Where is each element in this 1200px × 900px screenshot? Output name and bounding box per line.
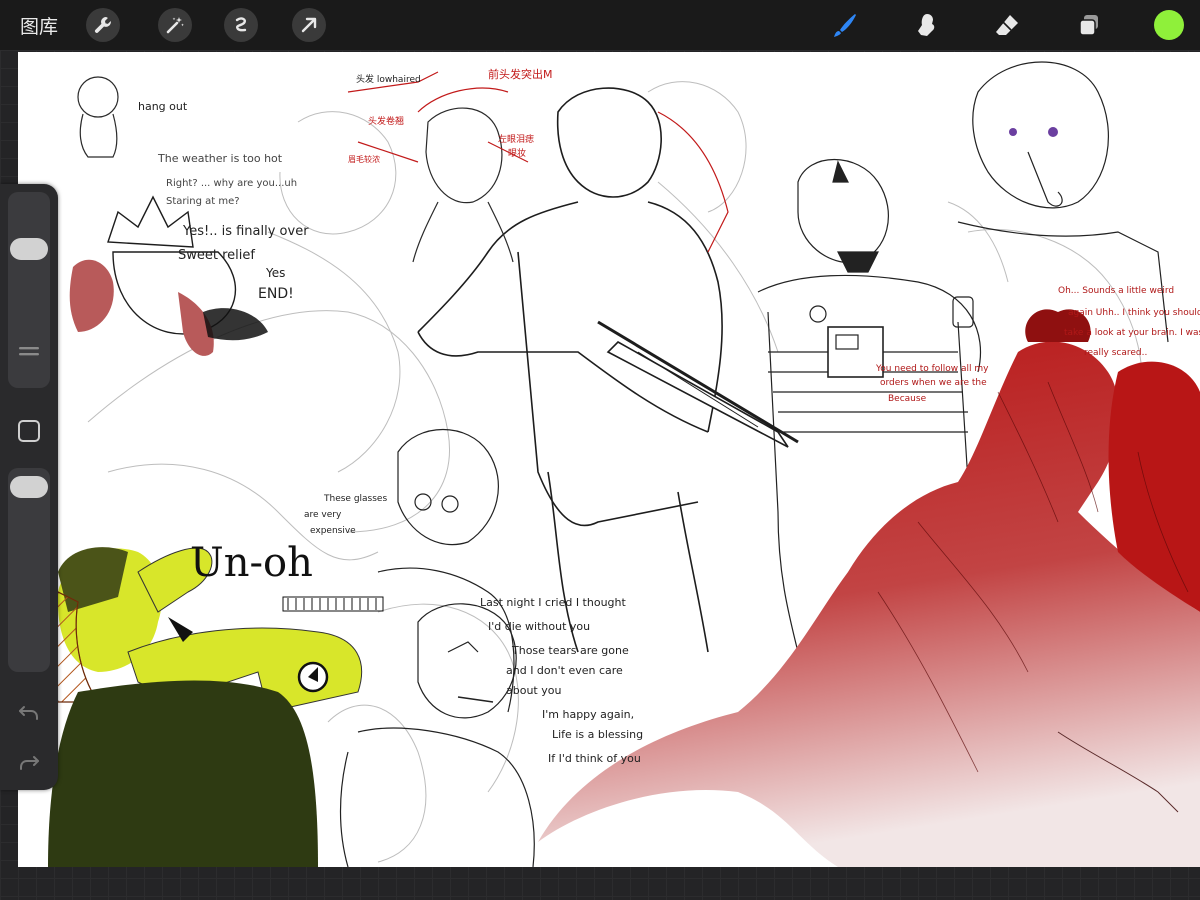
text-lyric-8: If I'd think of you	[548, 752, 641, 765]
svg-text:头发卷翘: 头发卷翘	[368, 115, 404, 127]
wrench-icon[interactable]	[86, 8, 120, 42]
text-lyric-4: and I don't even care	[506, 664, 623, 677]
text-glasses-2: are very	[304, 510, 342, 520]
color-swatch[interactable]	[1152, 8, 1186, 42]
text-red-5: You need to follow all my	[876, 364, 989, 374]
yellow-green-figure	[48, 547, 384, 867]
text-right: Right? ... why are you...uh	[166, 178, 298, 189]
text-lyric-1: Last night I cried I thought	[480, 596, 626, 609]
text-red-3: take a look at your brain. I was	[1064, 328, 1200, 338]
artwork: 前头发突出M 头发 lowhaired 头发卷翘 眉毛较浓 左眼泪痣 眼妆	[48, 61, 1200, 867]
text-lyric-3: Those tears are gone	[512, 644, 629, 657]
selection-icon[interactable]	[224, 8, 258, 42]
text-glasses-1: These glasses	[324, 494, 388, 504]
brush-icon[interactable]	[828, 8, 862, 42]
drawing-canvas[interactable]: 前头发突出M 头发 lowhaired 头发卷翘 眉毛较浓 左眼泪痣 眼妆 ha…	[18, 52, 1200, 867]
red-dress-figures	[538, 309, 1200, 867]
text-lyric-7: Life is a blessing	[552, 728, 644, 741]
text-hang-out: hang out	[138, 100, 188, 113]
glasses-figure	[377, 428, 515, 713]
svg-text:前头发突出M: 前头发突出M	[488, 67, 553, 81]
text-end: END!	[258, 286, 294, 302]
text-red-7: Because	[888, 394, 927, 404]
text-lyric-5: about you	[506, 684, 562, 697]
transform-arrow-icon[interactable]	[292, 8, 326, 42]
text-red-2: again Uhh.. I think you should	[1068, 308, 1200, 318]
svg-text:头发 lowhaired: 头发 lowhaired	[356, 73, 421, 85]
text-yes: Yes	[266, 266, 286, 280]
text-sweet-relief: Sweet relief	[178, 248, 255, 263]
square-button[interactable]	[16, 418, 42, 444]
redo-button[interactable]	[16, 750, 42, 776]
text-red-6: orders when we are the	[880, 378, 987, 388]
modify-button[interactable]	[16, 338, 42, 364]
magic-wand-icon[interactable]	[158, 8, 192, 42]
text-yes-finally: Yes!.. is finally over	[183, 224, 309, 239]
gallery-button[interactable]: 图库	[20, 12, 58, 39]
svg-text:左眼泪痣: 左眼泪痣	[498, 133, 534, 145]
text-staring: Staring at me?	[166, 196, 240, 207]
layers-icon[interactable]	[1072, 8, 1106, 42]
size-slider-thumb[interactable]	[10, 238, 48, 260]
undo-button[interactable]	[16, 700, 42, 726]
text-red-4: really scared..	[1084, 348, 1148, 358]
text-lyric-6: I'm happy again,	[542, 708, 635, 721]
figure-with-gun	[417, 87, 799, 653]
portrait-top-right	[957, 61, 1169, 343]
sidebar	[0, 184, 58, 790]
top-toolbar: 图库	[0, 0, 1200, 50]
text-weather: The weather is too hot	[158, 152, 283, 165]
text-unoh: Un-oh	[190, 540, 313, 586]
red-annotations	[347, 71, 729, 253]
smoking-figure	[339, 603, 535, 867]
svg-text:眼妆: 眼妆	[508, 147, 526, 159]
text-lyric-2: I'd die without you	[488, 620, 591, 633]
smudge-icon[interactable]	[910, 8, 944, 42]
opacity-slider-thumb[interactable]	[10, 476, 48, 498]
eraser-icon[interactable]	[990, 8, 1024, 42]
text-red-1: Oh... Sounds a little weird	[1058, 286, 1175, 296]
opacity-slider[interactable]	[8, 468, 50, 672]
crowned-figure	[69, 195, 268, 356]
chibi-sketch	[77, 76, 119, 158]
text-glasses-3: expensive	[310, 526, 356, 536]
svg-text:眉毛较浓: 眉毛较浓	[348, 154, 380, 164]
